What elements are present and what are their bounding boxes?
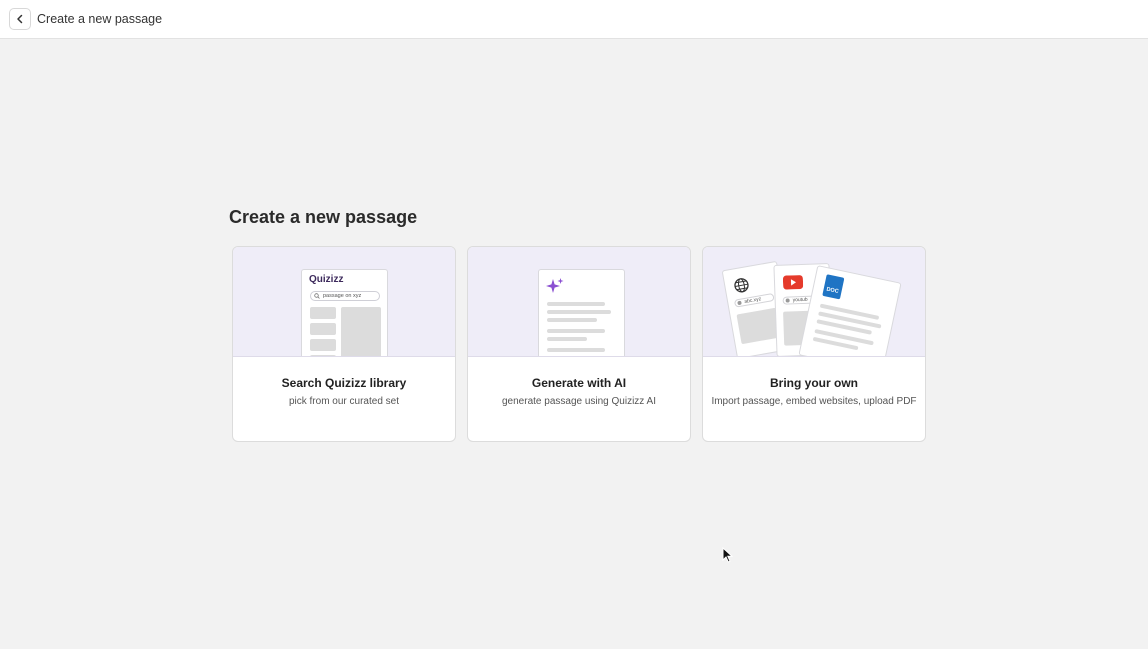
- byo-illustration: abc.xyz youtub DOC: [703, 247, 925, 357]
- card-subtitle: pick from our curated set: [288, 396, 400, 407]
- card-title: Search Quizizz library: [281, 376, 407, 390]
- ai-page-mockup: [538, 269, 625, 356]
- library-page-mockup: Quizizz passage on xyz: [301, 269, 388, 356]
- chevron-left-icon: [17, 14, 23, 24]
- search-icon: [314, 293, 320, 299]
- ai-illustration: [468, 247, 690, 357]
- bring-your-own-card[interactable]: abc.xyz youtub DOC Bring your own Import…: [702, 246, 926, 442]
- doc-icon: DOC: [822, 274, 845, 300]
- card-subtitle: Import passage, embed websites, upload P…: [711, 396, 917, 407]
- quizizz-logo: Quizizz: [309, 274, 344, 285]
- page-title: Create a new passage: [37, 12, 163, 26]
- mock-video-text: youtub: [792, 296, 808, 304]
- doc-icon-label: DOC: [825, 286, 840, 295]
- mouse-cursor-icon: [722, 547, 734, 563]
- card-title: Bring your own: [770, 376, 858, 390]
- youtube-icon: [782, 275, 804, 290]
- generate-ai-card[interactable]: Generate with AI generate passage using …: [467, 246, 691, 442]
- globe-icon: [734, 278, 749, 293]
- section-heading: Create a new passage: [229, 207, 418, 227]
- card-title: Generate with AI: [531, 376, 627, 390]
- mock-url-text: abc.xyz: [743, 296, 762, 306]
- mock-search-text: passage on xyz: [323, 293, 362, 299]
- search-library-card[interactable]: Quizizz passage on xyz Search Quizizz li…: [232, 246, 456, 442]
- doc-page-mockup: DOC: [798, 265, 902, 356]
- mock-search-bar: passage on xyz: [310, 291, 380, 301]
- card-subtitle: generate passage using Quizizz AI: [502, 396, 656, 407]
- back-button[interactable]: [9, 8, 31, 30]
- mock-url-bar: abc.xyz: [733, 292, 775, 308]
- library-illustration: Quizizz passage on xyz: [233, 247, 455, 357]
- top-bar: Create a new passage: [0, 0, 1148, 39]
- sparkle-icon: [546, 278, 564, 293]
